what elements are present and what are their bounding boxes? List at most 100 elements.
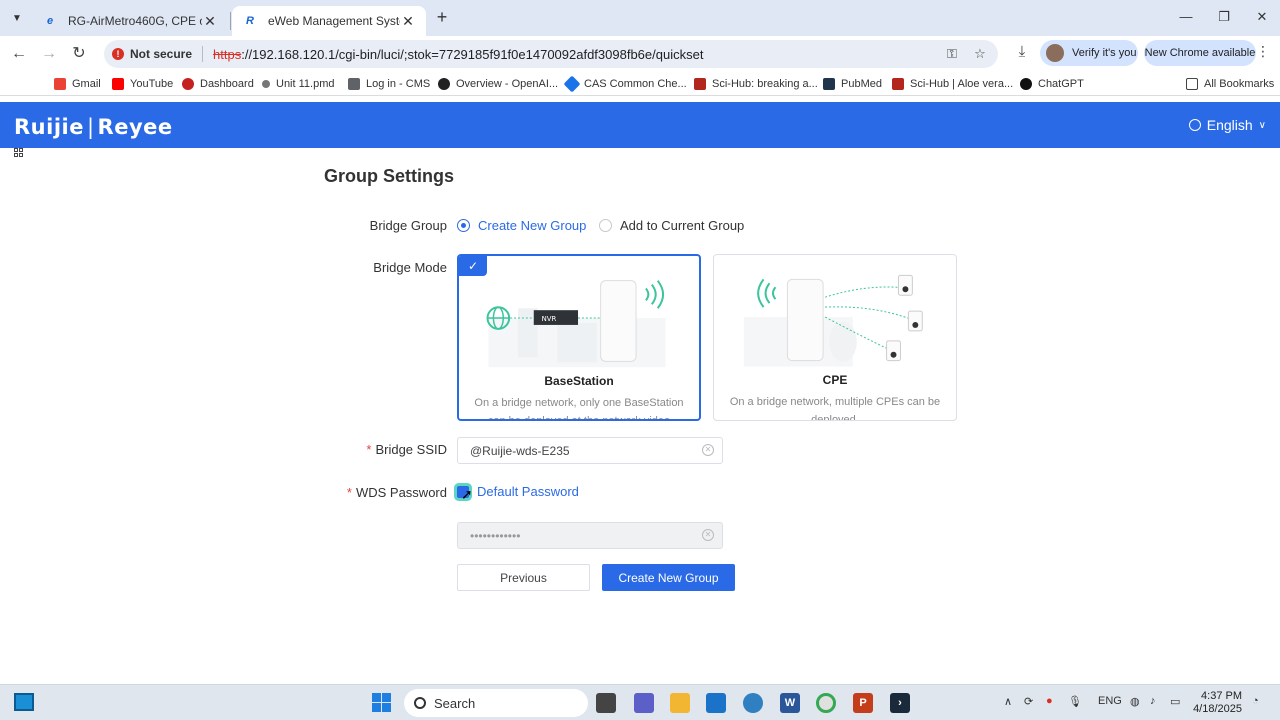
app-header: Ruijie | Reyee English ∨	[0, 102, 1280, 148]
store-icon[interactable]	[706, 693, 726, 713]
bridge-group-label: Bridge Group	[369, 218, 447, 233]
wds-password-text: WDS Password	[355, 485, 447, 500]
terminal-icon[interactable]: ›	[890, 693, 910, 713]
bookmark-dashboard[interactable]: Dashboard	[182, 76, 254, 92]
volume-icon[interactable]: ♪	[1150, 695, 1156, 707]
new-tab-plus-icon[interactable]: +	[432, 8, 452, 28]
bookmark-cas[interactable]: CAS Common Che...	[563, 75, 687, 93]
bookmark-unit11[interactable]: Unit 11.pmd	[262, 76, 335, 92]
edge-icon[interactable]	[743, 693, 763, 713]
widgets-icon[interactable]	[14, 693, 34, 711]
bookmark-gmail[interactable]: Gmail	[54, 76, 101, 92]
record-icon[interactable]: ●	[1046, 695, 1053, 707]
word-icon[interactable]: W	[780, 693, 800, 713]
chrome-update-button[interactable]: New Chrome available	[1144, 40, 1256, 66]
clear-input-icon[interactable]: ✕	[702, 444, 714, 456]
tab-eweb[interactable]: R eWeb Management System ✕	[232, 6, 426, 36]
network-icon[interactable]: ◍	[1130, 695, 1140, 708]
mode-card-basestation[interactable]: ✓ NVR BaseStation On a bridge network, o…	[457, 254, 701, 421]
bookmark-pubmed[interactable]: PubMed	[823, 76, 882, 92]
dashboard-icon	[182, 78, 194, 90]
bookmark-label: CAS Common Che...	[584, 78, 687, 90]
mode-card-cpe[interactable]: CPE On a bridge network, multiple CPEs c…	[713, 254, 957, 421]
download-icon[interactable]: ⤓	[1012, 43, 1032, 63]
close-tab-icon[interactable]: ✕	[202, 13, 218, 30]
previous-button[interactable]: Previous	[457, 564, 590, 591]
tab-search-chevron-icon[interactable]: ▼	[6, 8, 28, 28]
windows-start-icon[interactable]	[372, 693, 392, 713]
chrome-icon[interactable]	[816, 693, 836, 713]
kebab-menu-icon[interactable]: ⋮	[1256, 43, 1270, 63]
omnibox-divider	[202, 46, 204, 62]
tab-airmetro[interactable]: e RG-AirMetro460G, CPE of RG-A ✕	[32, 6, 228, 36]
bookmark-label: Sci-Hub | Aloe vera...	[910, 78, 1014, 90]
minimize-icon[interactable]: —	[1168, 6, 1204, 28]
avatar	[1046, 44, 1064, 62]
create-new-group-button[interactable]: Create New Group	[602, 564, 735, 591]
mode-description: On a bridge network, only one BaseStatio…	[474, 397, 684, 421]
browser-tabstrip: ▼ e RG-AirMetro460G, CPE of RG-A ✕ R eWe…	[0, 0, 1280, 36]
password-value: ••••••••••••	[470, 528, 521, 543]
clear-input-icon[interactable]: ✕	[702, 529, 714, 541]
all-bookmarks[interactable]: All Bookmarks	[1186, 76, 1274, 92]
input-language[interactable]: ENG	[1098, 695, 1122, 707]
verify-identity-button[interactable]: Verify it's you	[1040, 40, 1138, 66]
microphone-icon[interactable]: 🎙	[1068, 695, 1082, 708]
close-window-icon[interactable]: ✕	[1244, 6, 1280, 28]
language-selector[interactable]: English ∨	[1188, 117, 1266, 133]
tab-favicon-icon: R	[246, 15, 254, 27]
bridge-ssid-input[interactable]: @Ruijie-wds-E235 ✕	[457, 437, 723, 464]
bookmark-label: Overview - OpenAI...	[456, 78, 559, 90]
scihub-icon	[694, 78, 706, 90]
bookmark-openai[interactable]: Overview - OpenAI...	[438, 76, 558, 92]
bridge-ssid-label: * Bridge SSID	[327, 442, 447, 457]
address-bar[interactable]: ! Not secure https://192.168.120.1/cgi-b…	[104, 40, 998, 68]
file-explorer-icon[interactable]	[670, 693, 690, 713]
task-view-icon[interactable]	[596, 693, 616, 713]
bookmarks-bar: Gmail YouTube Dashboard Unit 11.pmd Log …	[0, 72, 1280, 157]
radio-label: Create New Group	[478, 218, 587, 233]
radio-create-new-group[interactable]: Create New Group	[457, 218, 586, 233]
url-scheme: https	[213, 46, 242, 62]
search-icon	[414, 697, 426, 709]
password-key-icon[interactable]: ⚿	[944, 46, 960, 62]
clock-date: 4/18/2025	[1193, 703, 1242, 715]
system-clock[interactable]: 4:37 PM 4/18/2025	[1178, 690, 1242, 716]
sync-icon[interactable]: ⟳	[1024, 695, 1033, 708]
bookmark-scihub1[interactable]: Sci-Hub: breaking a...	[694, 76, 818, 92]
bookmark-label: Dashboard	[200, 78, 254, 90]
logo-reyee: Reyee	[97, 115, 173, 139]
bookmark-label: Log in - CMS	[366, 78, 431, 90]
security-indicator[interactable]: ! Not secure	[112, 47, 192, 61]
url-path: ://192.168.120.1/cgi-bin/luci/;stok=7729…	[241, 46, 704, 62]
tray-chevron-up-icon[interactable]: ∧	[1004, 695, 1012, 708]
basestation-illustration-icon: NVR	[486, 280, 666, 368]
bookmark-label: Sci-Hub: breaking a...	[712, 78, 818, 90]
restore-icon[interactable]: ❐	[1206, 6, 1242, 28]
close-tab-icon[interactable]: ✕	[400, 13, 416, 30]
nvr-text: NVR	[542, 315, 557, 323]
apps-grid-icon[interactable]	[14, 148, 28, 162]
windows-taskbar: Search W P › ∧ ⟳ ● 🎙 ENG ◍ ♪ ▭ 4:37 PM 4…	[0, 684, 1280, 720]
url-text[interactable]: https://192.168.120.1/cgi-bin/luci/;stok…	[213, 47, 703, 62]
back-arrow-icon[interactable]: ←	[8, 43, 30, 65]
mouse-cursor-icon: ➚	[461, 486, 473, 502]
powerpoint-icon[interactable]: P	[853, 693, 873, 713]
taskbar-search-box[interactable]: Search	[404, 689, 588, 717]
forward-arrow-icon[interactable]: →	[38, 43, 60, 65]
reload-icon[interactable]: ↻	[68, 43, 90, 65]
bookmark-scihub2[interactable]: Sci-Hub | Aloe vera...	[892, 76, 1013, 92]
teams-icon[interactable]	[634, 693, 654, 713]
bookmark-label: ChatGPT	[1038, 78, 1084, 90]
bookmark-star-icon[interactable]: ☆	[972, 46, 988, 62]
bookmark-label: Gmail	[72, 78, 101, 90]
bookmark-cms[interactable]: Log in - CMS	[348, 76, 430, 92]
default-password-checkbox[interactable]: Default Password ➚	[457, 484, 579, 502]
folder-icon	[1186, 78, 1198, 90]
notification-bell-icon[interactable]: ◔	[1252, 695, 1259, 707]
wds-password-input[interactable]: •••••••••••• ✕	[457, 522, 723, 549]
bookmark-youtube[interactable]: YouTube	[112, 76, 173, 92]
bookmark-chatgpt[interactable]: ChatGPT	[1020, 76, 1084, 92]
radio-add-to-current-group[interactable]: Add to Current Group	[599, 218, 744, 233]
pubmed-icon	[823, 78, 835, 90]
